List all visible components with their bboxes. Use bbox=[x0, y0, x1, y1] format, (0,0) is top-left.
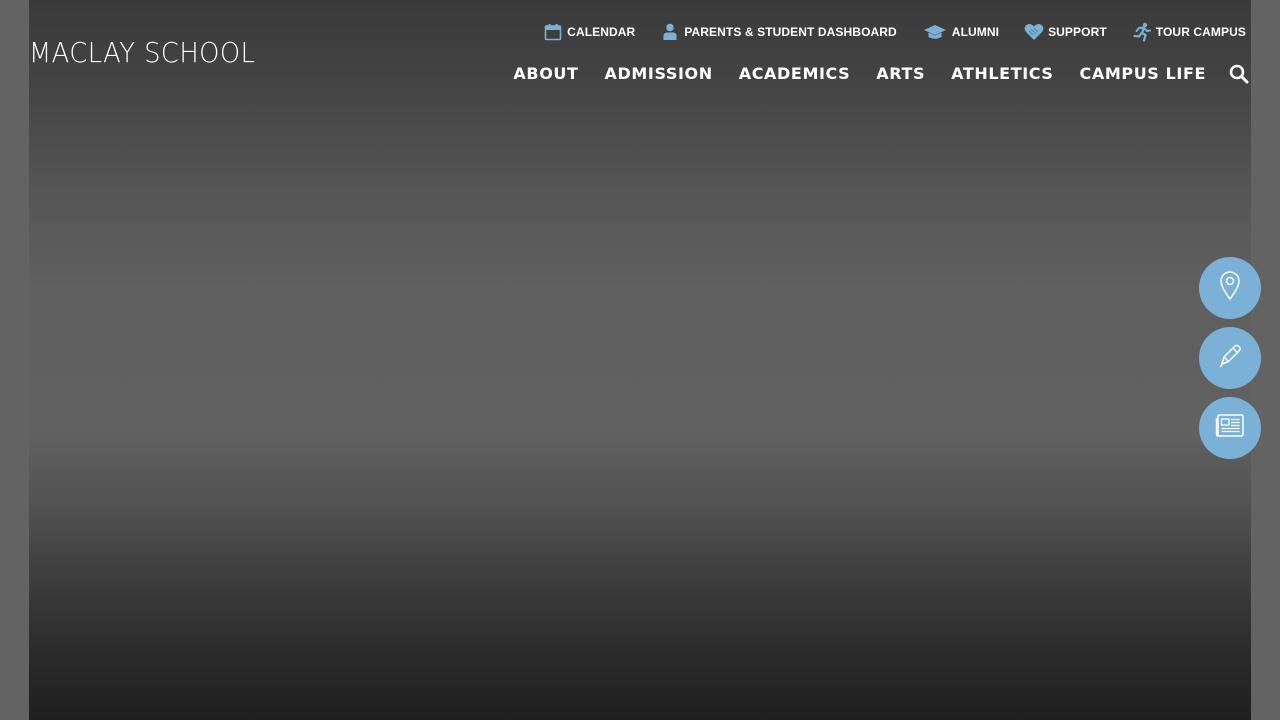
search-button[interactable] bbox=[1228, 64, 1250, 89]
left-side-band bbox=[0, 0, 29, 720]
utility-link-tour-campus[interactable]: TOUR CAMPUS bbox=[1132, 22, 1246, 42]
utility-link-label: PARENTS & STUDENT DASHBOARD bbox=[684, 25, 897, 39]
utility-link-label: TOUR CAMPUS bbox=[1155, 25, 1246, 39]
map-pin-icon bbox=[1219, 270, 1241, 306]
utility-link-alumni[interactable]: ALUMNI bbox=[922, 22, 999, 42]
utility-link-label: CALENDAR bbox=[567, 25, 636, 39]
person-icon bbox=[660, 22, 680, 42]
news-button[interactable] bbox=[1199, 397, 1261, 459]
running-person-icon bbox=[1132, 22, 1152, 42]
visit-location-button[interactable] bbox=[1199, 257, 1261, 319]
utility-link-label: SUPPORT bbox=[1048, 25, 1107, 39]
nav-item-academics[interactable]: ACADEMICS bbox=[739, 64, 851, 83]
nav-item-arts[interactable]: ARTS bbox=[876, 64, 925, 83]
utility-link-dashboard[interactable]: PARENTS & STUDENT DASHBOARD bbox=[660, 22, 897, 42]
newspaper-icon bbox=[1215, 413, 1245, 444]
calendar-icon bbox=[543, 22, 563, 42]
heart-icon bbox=[1024, 22, 1044, 42]
graduation-cap-icon bbox=[922, 22, 948, 42]
utility-nav: CALENDAR PARENTS & STUDENT DASHBOARD ALU… bbox=[543, 20, 1246, 44]
nav-item-athletics[interactable]: ATHLETICS bbox=[951, 64, 1053, 83]
quick-links bbox=[1199, 257, 1261, 467]
nav-item-about[interactable]: ABOUT bbox=[513, 64, 578, 83]
apply-button[interactable] bbox=[1199, 327, 1261, 389]
nav-item-campus-life[interactable]: CAMPUS LIFE bbox=[1080, 64, 1206, 83]
nav-item-admission[interactable]: ADMISSION bbox=[605, 64, 713, 83]
search-icon bbox=[1229, 64, 1249, 89]
main-nav: ABOUT ADMISSION ACADEMICS ARTS ATHLETICS… bbox=[513, 64, 1206, 83]
utility-link-label: ALUMNI bbox=[951, 25, 1000, 39]
utility-link-calendar[interactable]: CALENDAR bbox=[543, 22, 635, 42]
hero-background bbox=[29, 0, 1251, 720]
pencil-icon bbox=[1216, 342, 1244, 375]
site-logo[interactable]: MACLAY SCHOOL bbox=[29, 36, 255, 69]
utility-link-support[interactable]: SUPPORT bbox=[1024, 22, 1107, 42]
